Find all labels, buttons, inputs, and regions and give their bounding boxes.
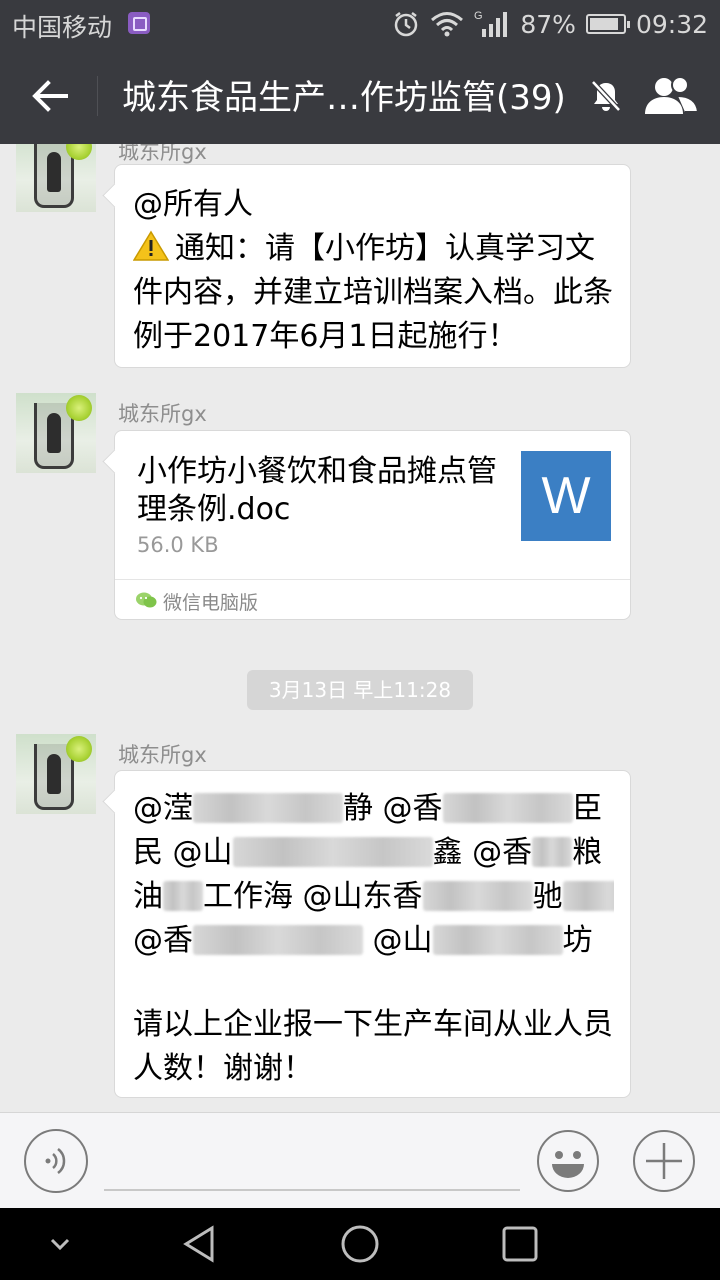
sender-name: 城东所gx <box>118 144 207 164</box>
file-name: 小作坊小餐饮和食品摊点管理条例.doc <box>137 454 497 527</box>
nav-home-icon[interactable] <box>338 1222 382 1266</box>
redacted-name <box>562 881 614 911</box>
sender-name: 城东所gx <box>118 402 207 426</box>
chat-header: 城东食品生产…作坊监管(39) <box>0 48 720 144</box>
battery-icon <box>585 14 630 34</box>
file-source: 微信电脑版 <box>115 579 630 619</box>
redacted-name <box>193 925 363 955</box>
battery-percent: 87% <box>520 9 576 39</box>
mention-all: @所有人 <box>133 187 253 222</box>
sender-avatar[interactable] <box>16 734 96 814</box>
word-doc-icon: W <box>521 451 611 541</box>
message-text: 通知：请【小作坊】认真学习文件内容，并建立培训档案入档。此条例于2017年6月1… <box>133 227 614 359</box>
status-icons: G 87% 09:32 <box>392 7 708 41</box>
file-size: 56.0 KB <box>137 533 219 557</box>
redacted-name <box>422 881 533 911</box>
header-divider <box>97 76 98 116</box>
wechat-icon <box>136 592 157 608</box>
emoji-button[interactable] <box>536 1129 600 1193</box>
chat-title[interactable]: 城东食品生产…作坊监管(39) <box>122 70 566 119</box>
nav-recents-icon[interactable] <box>498 1222 542 1266</box>
redacted-name <box>232 837 433 867</box>
input-bar <box>0 1112 720 1208</box>
mute-bell-icon <box>591 80 621 112</box>
back-arrow-icon[interactable] <box>28 74 72 118</box>
redacted-name <box>163 881 203 911</box>
plus-icon <box>633 1130 695 1192</box>
message-text: 请以上企业报一下生产车间从业人员人数！谢谢！ <box>133 1007 613 1086</box>
notification-app-icon <box>128 12 150 34</box>
status-bar: 中国移动 G 87% 09:32 <box>0 0 720 48</box>
nav-back-icon[interactable] <box>178 1222 222 1266</box>
message-list[interactable]: 城东所gx @所有人 通知：请【小作坊】认真学习文件内容，并建立培训档案入档。此… <box>0 144 720 1112</box>
text-message-bubble[interactable]: @滢静 @香臣 民 @山鑫 @香粮 油工作海 @山东香驰坊 @香 @山坊 请以上… <box>114 770 631 1098</box>
sender-name: 城东所gx <box>118 743 207 767</box>
hide-keyboard-icon[interactable] <box>38 1222 82 1266</box>
clock: 09:32 <box>635 9 708 39</box>
notice-text: 通知：请【小作坊】认真学习文件内容，并建立培训档案入档。此条例于2017年6月1… <box>133 231 613 354</box>
emoji-icon <box>537 1130 599 1192</box>
redacted-name <box>532 837 573 867</box>
text-message-bubble[interactable]: @所有人 通知：请【小作坊】认真学习文件内容，并建立培训档案入档。此条例于201… <box>114 164 631 368</box>
mention-list: @滢静 @香臣 民 @山鑫 @香粮 油工作海 @山东香驰坊 @香 @山坊 <box>133 787 614 963</box>
redacted-name <box>432 925 563 955</box>
more-options-button[interactable] <box>632 1129 696 1193</box>
network-type-label: G <box>474 10 483 22</box>
voice-icon <box>45 1148 66 1174</box>
wifi-icon <box>431 12 464 37</box>
message-input[interactable] <box>104 1133 520 1191</box>
alarm-icon <box>395 12 418 37</box>
voice-input-button[interactable] <box>24 1129 88 1193</box>
sender-avatar[interactable] <box>16 393 96 473</box>
cell-signal-icon: G <box>474 10 508 37</box>
source-label: 微信电脑版 <box>163 592 259 614</box>
group-members-icon[interactable] <box>642 74 700 118</box>
file-message-card[interactable]: 小作坊小餐饮和食品摊点管理条例.doc 56.0 KB W 微信电脑版 <box>114 430 631 620</box>
redacted-name <box>193 793 343 823</box>
timestamp-divider: 3月13日 早上11:28 <box>247 670 473 710</box>
system-nav-bar <box>0 1208 720 1280</box>
warning-icon <box>133 230 169 261</box>
redacted-name <box>442 793 573 823</box>
carrier-label: 中国移动 <box>12 13 113 42</box>
sender-avatar[interactable] <box>16 144 96 212</box>
